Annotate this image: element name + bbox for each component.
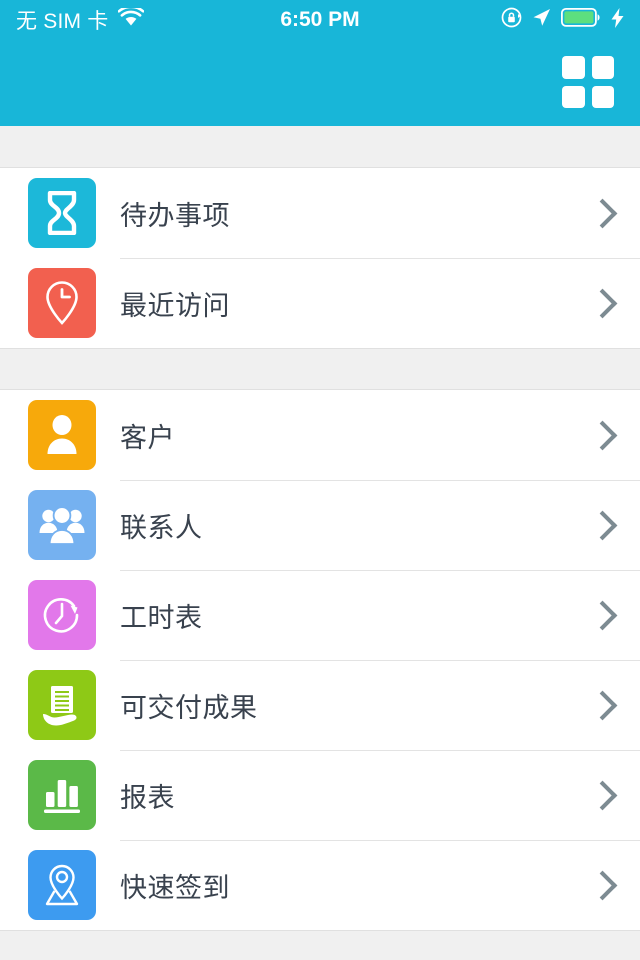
- people-group-icon-tile: [28, 490, 96, 560]
- chevron-right-icon: [592, 515, 612, 535]
- list-item-label: 客户: [120, 422, 175, 453]
- rotation-lock-icon: [501, 7, 522, 33]
- chevron-right-icon: [592, 293, 612, 313]
- person-icon: [45, 414, 79, 456]
- document-hand-icon-tile: [28, 670, 96, 740]
- people-group-icon: [39, 505, 85, 545]
- list-item-contacts[interactable]: 联系人: [0, 480, 640, 570]
- bar-chart-icon: [41, 774, 83, 816]
- charging-bolt-icon: [611, 7, 624, 33]
- chevron-right-icon: [592, 785, 612, 805]
- section-gap-bottom: [0, 930, 640, 960]
- person-icon-tile: [28, 400, 96, 470]
- list-item-reports[interactable]: 报表: [0, 750, 640, 840]
- list-item-recent-visits[interactable]: 最近访问: [0, 258, 640, 348]
- list-item-label: 报表: [120, 782, 175, 813]
- location-arrow-icon: [531, 7, 552, 33]
- nav-bar: [0, 40, 640, 126]
- document-hand-icon: [40, 683, 84, 727]
- section-tasks: 待办事项 最近访问: [0, 168, 640, 348]
- list-item-timesheet[interactable]: 工时表: [0, 570, 640, 660]
- status-bar: 无 SIM 卡 6:50 PM: [0, 0, 640, 40]
- list-item-label: 快速签到: [120, 872, 230, 903]
- list-item-label: 最近访问: [120, 290, 230, 321]
- pin-clock-icon: [42, 280, 82, 326]
- chevron-right-icon: [592, 425, 612, 445]
- list-item-customers[interactable]: 客户: [0, 390, 640, 480]
- wifi-icon: [118, 5, 145, 33]
- list-item-label: 待办事项: [120, 200, 230, 231]
- chevron-right-icon: [592, 695, 612, 715]
- status-bar-right: [501, 7, 624, 33]
- hourglass-icon: [43, 191, 81, 235]
- status-bar-left: 无 SIM 卡: [16, 5, 145, 35]
- bar-chart-icon-tile: [28, 760, 96, 830]
- pin-clock-icon-tile: [28, 268, 96, 338]
- list-item-label: 联系人: [120, 512, 203, 543]
- chevron-right-icon: [592, 875, 612, 895]
- pin-map-icon-tile: [28, 850, 96, 920]
- list-item-label: 可交付成果: [120, 692, 258, 723]
- clock-refresh-icon-tile: [28, 580, 96, 650]
- grid-menu-button[interactable]: [562, 56, 614, 108]
- clock-refresh-icon: [40, 593, 84, 637]
- hourglass-icon-tile: [28, 178, 96, 248]
- section-gap-top: [0, 126, 640, 168]
- grid-cell-1: [562, 56, 585, 79]
- section-gap-middle: [0, 348, 640, 390]
- section-modules: 客户 联系人 工时表 可交付成果 报表 快速签到: [0, 390, 640, 930]
- list-item-todo[interactable]: 待办事项: [0, 168, 640, 258]
- list-item-quick-checkin[interactable]: 快速签到: [0, 840, 640, 930]
- app-screen: 无 SIM 卡 6:50 PM 待办事项 最近访问 客户 联系人 工时表 可交付…: [0, 0, 640, 960]
- grid-cell-3: [562, 85, 585, 108]
- chevron-right-icon: [592, 605, 612, 625]
- list-item-deliverables[interactable]: 可交付成果: [0, 660, 640, 750]
- app-header: 无 SIM 卡 6:50 PM: [0, 0, 640, 126]
- battery-full-icon: [560, 7, 602, 32]
- grid-cell-4: [591, 85, 614, 108]
- chevron-right-icon: [592, 203, 612, 223]
- pin-map-icon: [40, 863, 84, 907]
- carrier-label: 无 SIM 卡: [16, 10, 109, 33]
- grid-cell-2: [591, 56, 614, 79]
- list-item-label: 工时表: [120, 602, 203, 633]
